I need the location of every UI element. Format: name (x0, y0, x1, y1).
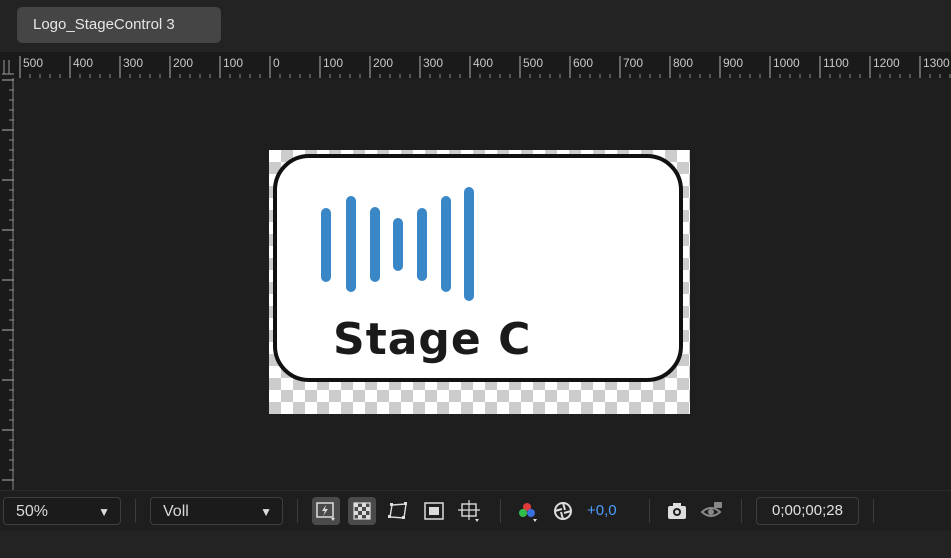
ruler-corner (0, 52, 14, 78)
ruler-label: 0 (273, 56, 280, 70)
ruler-label: 1300 (923, 56, 950, 70)
logo-bars-graphic (321, 187, 474, 301)
ruler-label: 500 (23, 56, 43, 70)
show-snapshot-icon (700, 502, 722, 517)
snapshot-button[interactable] (663, 497, 691, 525)
show-snapshot-button[interactable] (698, 497, 726, 525)
viewer-toolbar: 50% ▼ Voll ▼ +0,0 0;00;00;28 (0, 490, 951, 531)
ruler-label: 1200 (873, 56, 900, 70)
ruler-label: 1000 (773, 56, 800, 70)
fast-preview-icon (316, 502, 335, 521)
magnification-dropdown[interactable]: 50% ▼ (3, 497, 121, 525)
separator (500, 499, 501, 523)
chevron-down-icon: ▼ (260, 505, 272, 519)
transparency-grid-icon (353, 502, 371, 520)
ruler-label: 100 (223, 56, 243, 70)
ruler-label: 400 (73, 56, 93, 70)
mask-visibility-button[interactable] (384, 497, 412, 525)
guides-icon (458, 500, 480, 522)
composition-tab[interactable]: Logo_StageControl 3 (17, 7, 221, 43)
snapshot-icon (668, 503, 686, 519)
chevron-down-icon: ▼ (98, 505, 110, 519)
transparency-grid-button[interactable] (348, 497, 376, 525)
panel-footer (0, 531, 951, 558)
ruler-label: 700 (623, 56, 643, 70)
separator (873, 499, 874, 523)
region-of-interest-icon (424, 502, 444, 520)
current-time-display[interactable]: 0;00;00;28 (756, 497, 859, 525)
reset-exposure-icon (554, 502, 572, 520)
horizontal-ruler[interactable]: 500 400 300 200 100 0 100 200 300 400 500 600 700 800… (0, 52, 951, 78)
ruler-label: 300 (423, 56, 443, 70)
ruler-label: 600 (573, 56, 593, 70)
panel-header: Logo_StageControl 3 (0, 0, 951, 52)
resolution-dropdown[interactable]: Voll ▼ (150, 497, 283, 525)
separator (297, 499, 298, 523)
separator (135, 499, 136, 523)
guides-button[interactable] (455, 497, 483, 525)
separator (741, 499, 742, 523)
magnification-value: 50% (16, 503, 49, 520)
logo-text: Stage C (333, 314, 532, 365)
composition-frame[interactable]: Stage C (269, 150, 690, 414)
color-channels-icon (519, 503, 537, 522)
color-channels-button[interactable] (513, 497, 541, 525)
ruler-label: 100 (323, 56, 343, 70)
reset-exposure-button[interactable] (549, 497, 577, 525)
ruler-label: 300 (123, 56, 143, 70)
mask-visibility-icon (388, 502, 407, 519)
separator (649, 499, 650, 523)
ruler-label: 900 (723, 56, 743, 70)
exposure-value[interactable]: +0,0 (587, 497, 617, 525)
resolution-value: Voll (163, 503, 189, 520)
ruler-label: 800 (673, 56, 693, 70)
ruler-label: 200 (173, 56, 193, 70)
ruler-label: 400 (473, 56, 493, 70)
region-of-interest-button[interactable] (420, 497, 448, 525)
vertical-ruler[interactable] (0, 78, 14, 490)
ruler-label: 1100 (823, 56, 849, 70)
ruler-label: 200 (373, 56, 393, 70)
fast-preview-button[interactable] (312, 497, 340, 525)
ruler-label: 500 (523, 56, 543, 70)
